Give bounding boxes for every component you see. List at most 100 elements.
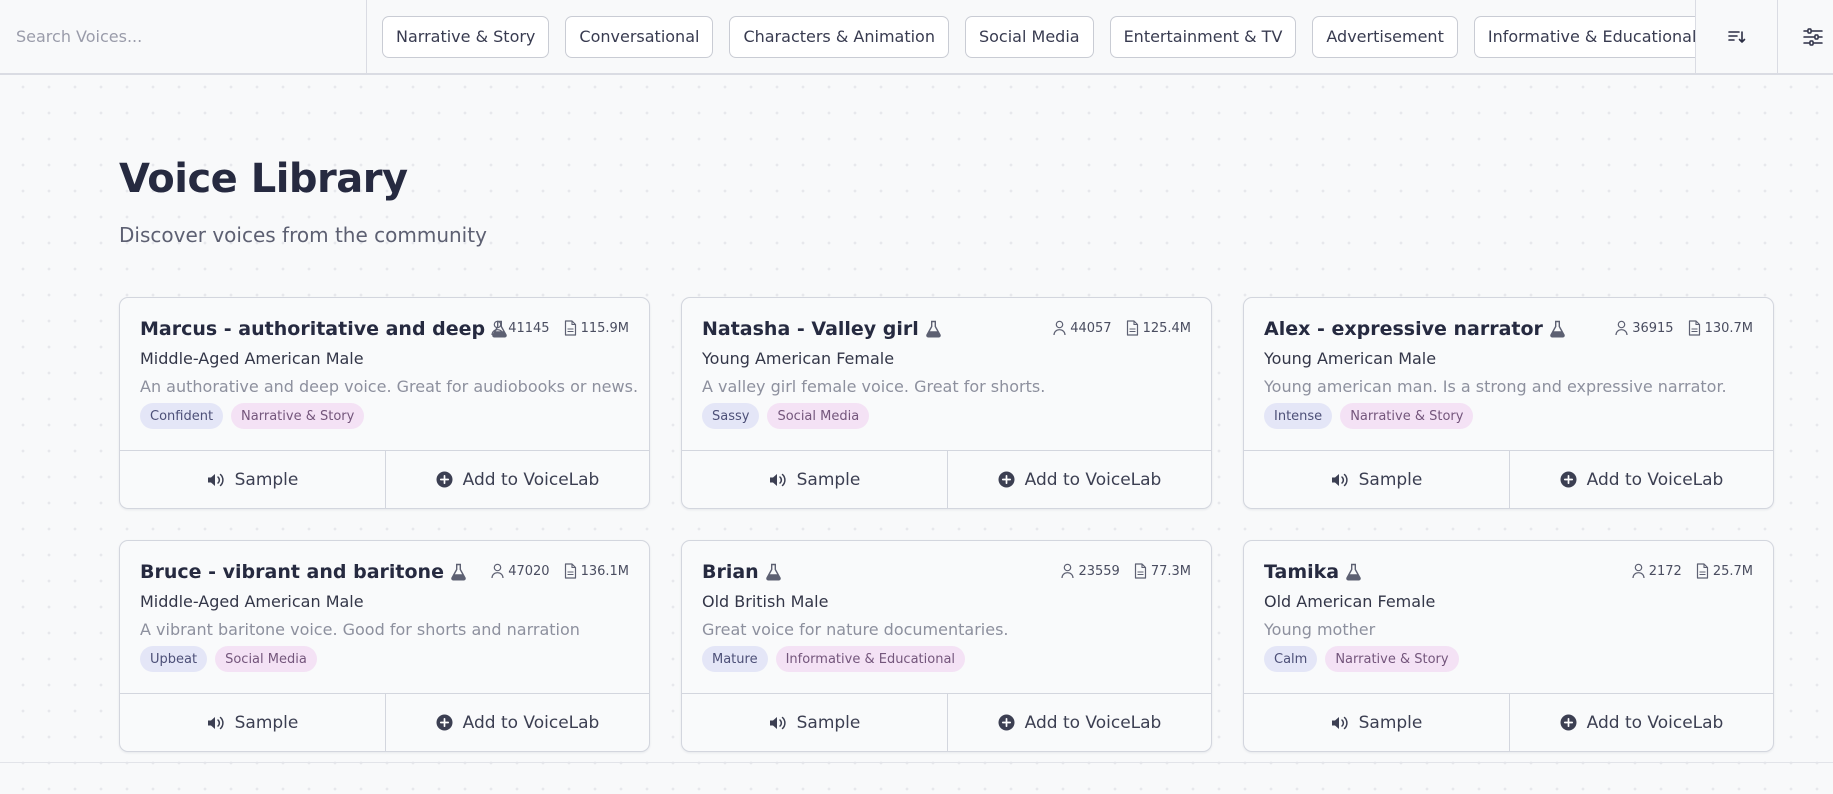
voice-stats: 47020 136.1M bbox=[491, 563, 629, 579]
voice-card: Bruce - vibrant and baritone 47020 136.1… bbox=[119, 540, 650, 752]
divider bbox=[0, 762, 1833, 763]
voice-name-row: Brian bbox=[702, 561, 782, 583]
add-to-voicelab-button[interactable]: Add to VoiceLab bbox=[1510, 451, 1773, 508]
voice-profile: Middle-Aged American Male bbox=[140, 592, 364, 611]
voice-name-row: Natasha - Valley girl bbox=[702, 318, 942, 340]
filter-chip-advertisement[interactable]: Advertisement bbox=[1312, 15, 1458, 58]
voice-profile: Old British Male bbox=[702, 592, 829, 611]
document-icon bbox=[1134, 563, 1146, 579]
filter-chip-social-media[interactable]: Social Media bbox=[964, 15, 1094, 58]
voice-description: A valley girl female voice. Great for sh… bbox=[702, 377, 1046, 396]
flask-icon bbox=[451, 563, 466, 581]
add-to-voicelab-label: Add to VoiceLab bbox=[1024, 469, 1162, 490]
card-actions: Sample Add to VoiceLab bbox=[682, 693, 1211, 751]
speaker-icon bbox=[1331, 716, 1348, 729]
card-actions: Sample Add to VoiceLab bbox=[682, 450, 1211, 508]
filter-chip-conversational[interactable]: Conversational bbox=[565, 15, 714, 58]
voice-tags: Intense Narrative & Story bbox=[1264, 403, 1474, 429]
user-icon bbox=[491, 320, 504, 336]
add-to-voicelab-label: Add to VoiceLab bbox=[462, 469, 600, 490]
add-to-voicelab-button[interactable]: Add to VoiceLab bbox=[386, 694, 649, 751]
voice-name: Marcus - authoritative and deep bbox=[140, 318, 486, 340]
voice-name: Tamika bbox=[1264, 561, 1340, 583]
flask-icon bbox=[926, 320, 941, 338]
voice-description: Great voice for nature documentaries. bbox=[702, 620, 1009, 639]
character-count: 77.3M bbox=[1150, 563, 1191, 579]
sample-button[interactable]: Sample bbox=[120, 694, 386, 751]
usage-count: 47020 bbox=[508, 563, 550, 579]
add-to-voicelab-button[interactable]: Add to VoiceLab bbox=[948, 694, 1211, 751]
top-bar: Narrative & Story Conversational Charact… bbox=[0, 0, 1833, 75]
user-icon bbox=[491, 563, 504, 579]
plus-circle-icon bbox=[1560, 471, 1577, 488]
plus-circle-icon bbox=[436, 714, 453, 731]
voice-card: Alex - expressive narrator 36915 130.7M bbox=[1243, 297, 1774, 509]
document-icon bbox=[564, 320, 576, 336]
filter-chip-entertainment-tv[interactable]: Entertainment & TV bbox=[1109, 15, 1297, 58]
page-title: Voice Library bbox=[119, 156, 408, 202]
plus-circle-icon bbox=[998, 714, 1015, 731]
mood-tag: Sassy bbox=[702, 403, 760, 429]
sample-label: Sample bbox=[234, 712, 299, 733]
speaker-icon bbox=[207, 473, 224, 486]
filter-chip-characters-animation[interactable]: Characters & Animation bbox=[729, 15, 949, 58]
sliders-icon bbox=[1803, 27, 1823, 46]
voice-profile: Young American Male bbox=[1264, 349, 1437, 368]
category-tag: Social Media bbox=[215, 646, 317, 672]
voice-tags: Calm Narrative & Story bbox=[1264, 646, 1459, 672]
voice-description: Young american man. Is a strong and expr… bbox=[1264, 377, 1727, 396]
category-tag: Narrative & Story bbox=[231, 403, 365, 429]
category-tag: Social Media bbox=[767, 403, 870, 429]
sample-button[interactable]: Sample bbox=[1244, 451, 1510, 508]
mood-tag: Upbeat bbox=[140, 646, 208, 672]
speaker-icon bbox=[769, 473, 786, 486]
character-count: 130.7M bbox=[1704, 320, 1753, 336]
plus-circle-icon bbox=[1560, 714, 1577, 731]
speaker-icon bbox=[207, 716, 224, 729]
plus-circle-icon bbox=[436, 471, 453, 488]
search-input[interactable] bbox=[16, 27, 346, 46]
voice-description: An authorative and deep voice. Great for… bbox=[140, 377, 639, 396]
sample-label: Sample bbox=[234, 469, 299, 490]
voice-card: Marcus - authoritative and deep 41145 11… bbox=[119, 297, 650, 509]
sample-button[interactable]: Sample bbox=[120, 451, 386, 508]
add-to-voicelab-label: Add to VoiceLab bbox=[1586, 712, 1724, 733]
add-to-voicelab-button[interactable]: Add to VoiceLab bbox=[1510, 694, 1773, 751]
card-actions: Sample Add to VoiceLab bbox=[120, 450, 649, 508]
sample-label: Sample bbox=[1358, 712, 1423, 733]
document-icon bbox=[1696, 563, 1708, 579]
voice-tags: Sassy Social Media bbox=[702, 403, 870, 429]
flask-icon bbox=[1550, 320, 1565, 338]
voice-stats: 44057 125.4M bbox=[1053, 320, 1191, 336]
voice-profile: Young American Female bbox=[702, 349, 895, 368]
add-to-voicelab-button[interactable]: Add to VoiceLab bbox=[386, 451, 649, 508]
character-count: 115.9M bbox=[580, 320, 629, 336]
sample-label: Sample bbox=[1358, 469, 1423, 490]
category-tag: Informative & Educational bbox=[775, 646, 966, 672]
document-icon bbox=[564, 563, 576, 579]
sample-button[interactable]: Sample bbox=[682, 694, 948, 751]
sort-button[interactable] bbox=[1695, 0, 1777, 73]
sample-label: Sample bbox=[796, 469, 861, 490]
voice-stats: 23559 77.3M bbox=[1061, 563, 1191, 579]
sample-button[interactable]: Sample bbox=[1244, 694, 1510, 751]
filter-chip-narrative-story[interactable]: Narrative & Story bbox=[382, 15, 550, 58]
filter-chip-informative-educational[interactable]: Informative & Educational bbox=[1473, 15, 1695, 58]
voice-grid: Marcus - authoritative and deep 41145 11… bbox=[119, 297, 1774, 752]
card-actions: Sample Add to VoiceLab bbox=[1244, 450, 1773, 508]
card-actions: Sample Add to VoiceLab bbox=[120, 693, 649, 751]
usage-count: 44057 bbox=[1070, 320, 1112, 336]
voice-tags: Mature Informative & Educational bbox=[702, 646, 966, 672]
sort-icon bbox=[1727, 30, 1745, 43]
character-count: 136.1M bbox=[580, 563, 629, 579]
user-icon bbox=[1615, 320, 1628, 336]
sample-button[interactable]: Sample bbox=[682, 451, 948, 508]
voice-description: Young mother bbox=[1264, 620, 1376, 639]
voice-profile: Middle-Aged American Male bbox=[140, 349, 364, 368]
voice-stats: 36915 130.7M bbox=[1615, 320, 1753, 336]
add-to-voicelab-label: Add to VoiceLab bbox=[1586, 469, 1724, 490]
usage-count: 41145 bbox=[508, 320, 550, 336]
filter-settings-button[interactable] bbox=[1777, 0, 1833, 73]
add-to-voicelab-button[interactable]: Add to VoiceLab bbox=[948, 451, 1211, 508]
category-tag: Narrative & Story bbox=[1325, 646, 1459, 672]
